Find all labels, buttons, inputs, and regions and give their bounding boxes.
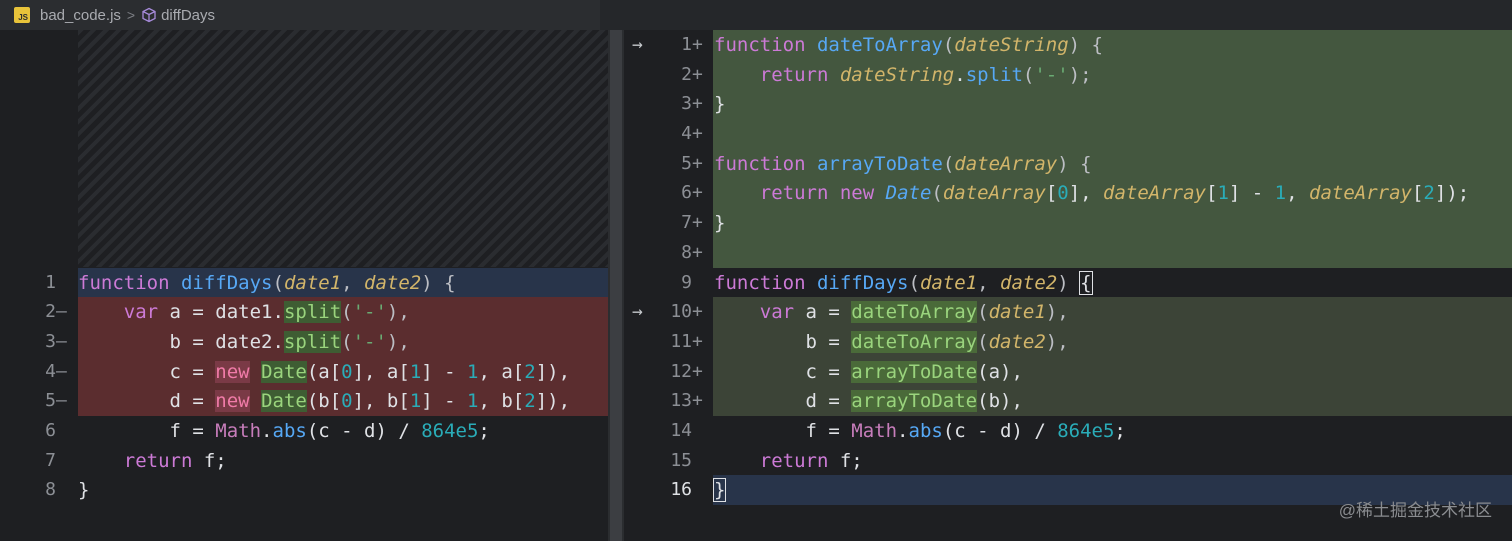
added-line-marker: + [692, 153, 703, 174]
added-line-marker: + [692, 301, 703, 322]
line-number: 12 [670, 361, 692, 382]
line-number: 6 [45, 420, 56, 441]
line-number: 11 [670, 331, 692, 352]
line-number: 3 [681, 93, 692, 114]
code-line[interactable]: f = Math.abs(c - d) / 864e5; [714, 416, 1126, 446]
right-pane-header [600, 0, 1512, 30]
left-diff-pane[interactable]: 1 2 3 4 5 6 7 8 — — — — function diffDay… [0, 30, 608, 541]
added-line-marker: + [692, 64, 703, 85]
line-number: 4 [45, 361, 56, 382]
code-line[interactable]: function diffDays(date1, date2) { [714, 268, 1093, 298]
removed-line-marker: — [56, 331, 67, 352]
line-number: 5 [681, 153, 692, 174]
code-line-current[interactable]: } [712, 475, 727, 505]
added-line-marker: + [692, 93, 703, 114]
line-number: 2 [45, 301, 56, 322]
code-line[interactable]: function diffDays(date1, date2) { [78, 268, 608, 298]
breadcrumb-function[interactable]: diffDays [161, 7, 215, 24]
apply-change-arrow-icon[interactable]: → [632, 30, 643, 60]
breadcrumb: JS bad_code.js > diffDays [0, 0, 600, 30]
line-number: 8 [45, 479, 56, 500]
line-number: 4 [681, 123, 692, 144]
line-number: 8 [681, 242, 692, 263]
added-line-marker: + [692, 361, 703, 382]
line-number: 7 [45, 450, 56, 471]
code-line-added[interactable]: } [714, 208, 725, 238]
code-line-added[interactable]: function dateToArray(dateString) { [714, 30, 1103, 60]
removed-line-marker: — [56, 301, 67, 322]
code-line-removed[interactable]: b = date2.split('-'), [78, 327, 608, 357]
line-number: 9 [681, 272, 692, 293]
code-line[interactable]: return f; [78, 446, 608, 476]
code-line-modified[interactable]: var a = dateToArray(date1), [714, 297, 1069, 327]
code-line[interactable]: f = Math.abs(c - d) / 864e5; [78, 416, 608, 446]
line-number-current: 16 [670, 479, 692, 500]
removed-line-marker: — [56, 390, 67, 411]
function-cube-icon [141, 7, 157, 23]
code-line-removed[interactable]: var a = date1.split('-'), [78, 297, 608, 327]
code-line-added[interactable]: function arrayToDate(dateArray) { [714, 149, 1092, 179]
line-number: 3 [45, 331, 56, 352]
added-line-marker: + [692, 212, 703, 233]
line-number: 7 [681, 212, 692, 233]
empty-diff-hatch [78, 30, 608, 267]
added-line-marker: + [692, 390, 703, 411]
line-number: 1 [45, 272, 56, 293]
diff-splitter-handle[interactable] [610, 30, 622, 541]
code-line-removed[interactable]: c = new Date(a[0], a[1] - 1, a[2]), [78, 357, 608, 387]
code-line-modified[interactable]: c = arrayToDate(a), [714, 357, 1023, 387]
code-line-added[interactable]: return new Date(dateArray[0], dateArray[… [714, 178, 1469, 208]
code-line[interactable]: } [78, 475, 608, 505]
code-line-added[interactable]: } [714, 89, 725, 119]
code-line[interactable]: return f; [714, 446, 863, 476]
code-line-modified[interactable]: b = dateToArray(date2), [714, 327, 1069, 357]
apply-change-arrow-icon[interactable]: → [632, 297, 643, 327]
line-number: 13 [670, 390, 692, 411]
line-number: 1 [681, 34, 692, 55]
code-line-modified[interactable]: d = arrayToDate(b), [714, 386, 1023, 416]
added-line-marker: + [692, 34, 703, 55]
added-line-marker: + [692, 331, 703, 352]
added-line-marker: + [692, 242, 703, 263]
watermark: @稀土掘金技术社区 [1338, 501, 1492, 520]
breadcrumb-separator: > [126, 7, 136, 23]
line-number: 15 [670, 450, 692, 471]
code-line-added[interactable]: return dateString.split('-'); [714, 60, 1092, 90]
line-number: 6 [681, 182, 692, 203]
added-line-marker: + [692, 123, 703, 144]
line-number: 10 [670, 301, 692, 322]
right-diff-pane[interactable]: → → 1 2 3 4 5 6 7 8 9 10 11 12 13 14 15 … [624, 30, 1512, 541]
javascript-file-icon: JS [14, 7, 30, 23]
line-number: 2 [681, 64, 692, 85]
line-number: 5 [45, 390, 56, 411]
removed-line-marker: — [56, 361, 67, 382]
added-line-marker: + [692, 182, 703, 203]
line-number: 14 [670, 420, 692, 441]
code-line-removed[interactable]: d = new Date(b[0], b[1] - 1, b[2]), [78, 386, 608, 416]
breadcrumb-file[interactable]: bad_code.js [40, 7, 121, 24]
